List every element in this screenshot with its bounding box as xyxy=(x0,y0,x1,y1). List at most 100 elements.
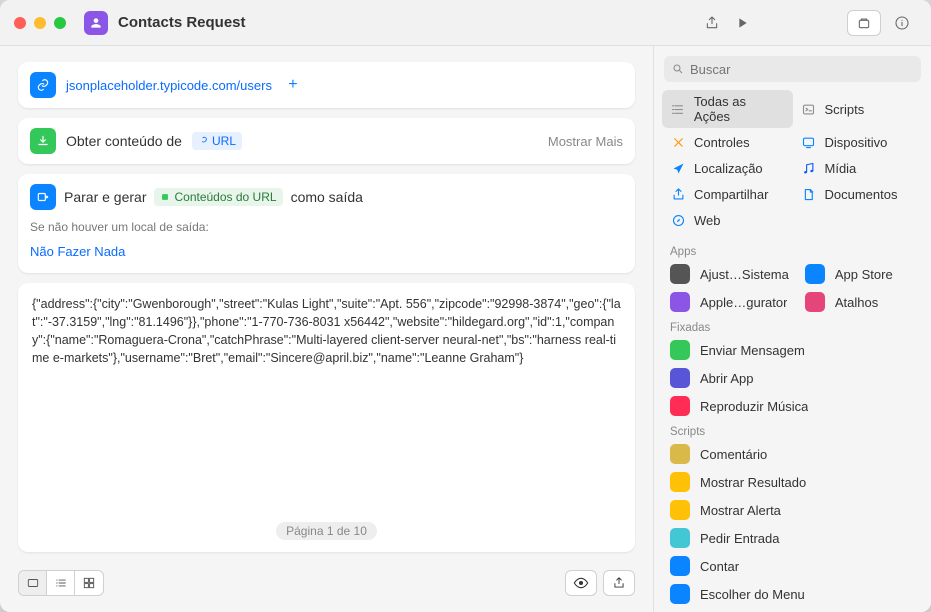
item-label: Comentário xyxy=(700,447,767,462)
item-label: App Store xyxy=(835,267,893,282)
app-icon xyxy=(670,444,690,464)
apps-list: Ajust…Sistema App Store Apple…gurator Atalh… xyxy=(654,260,931,316)
window-controls xyxy=(14,17,66,29)
terminal-icon xyxy=(801,101,817,117)
library-button[interactable] xyxy=(847,10,881,36)
editor-toolbar xyxy=(18,562,635,596)
category-grid: Todas as Ações Scripts Controles Dispositiv… xyxy=(654,90,931,240)
music-icon xyxy=(801,160,817,176)
category-controles[interactable]: Controles xyxy=(662,130,793,154)
category-localização[interactable]: Localização xyxy=(662,156,793,180)
app-icon xyxy=(670,528,690,548)
app-item[interactable]: Apple…gurator xyxy=(662,288,797,316)
view-mode-segment[interactable] xyxy=(18,570,104,596)
search-field[interactable] xyxy=(664,56,921,82)
output-json-text: {"address":{"city":"Gwenborough","street… xyxy=(32,295,621,518)
actions-library: Todas as Ações Scripts Controles Dispositiv… xyxy=(653,46,931,612)
url-variable-token[interactable]: URL xyxy=(192,132,242,150)
url-action[interactable]: jsonplaceholder.typicode.com/users + xyxy=(18,62,635,108)
stop-output-action[interactable]: Parar e gerar Conteúdos do URL como saíd… xyxy=(18,174,635,273)
search-input[interactable] xyxy=(690,62,913,77)
item-label: Ajust…Sistema xyxy=(700,267,789,282)
location-icon xyxy=(670,160,686,176)
add-url-button[interactable]: + xyxy=(282,74,304,96)
show-more-button[interactable]: Mostrar Mais xyxy=(548,134,623,149)
item-label: Pedir Entrada xyxy=(700,531,780,546)
category-scripts[interactable]: Scripts xyxy=(793,90,924,128)
quicklook-button[interactable] xyxy=(565,570,597,596)
category-label: Todas as Ações xyxy=(694,94,785,124)
category-label: Dispositivo xyxy=(825,135,888,150)
app-icon xyxy=(670,396,690,416)
scripts-list: Comentário Mostrar Resultado Mostrar Alert… xyxy=(654,440,931,608)
item-label: Escolher do Menu xyxy=(700,587,805,602)
category-label: Scripts xyxy=(825,102,865,117)
fallback-value[interactable]: Não Fazer Nada xyxy=(30,240,623,263)
pinned-item[interactable]: Enviar Mensagem xyxy=(654,336,931,364)
share-icon xyxy=(670,186,686,202)
category-compartilhar[interactable]: Compartilhar xyxy=(662,182,793,206)
app-icon xyxy=(670,584,690,604)
url-value[interactable]: jsonplaceholder.typicode.com/users xyxy=(66,78,272,93)
window-title: Contacts Request xyxy=(118,14,246,31)
contents-variable-token[interactable]: Conteúdos do URL xyxy=(154,188,282,206)
category-todas-as-ações[interactable]: Todas as Ações xyxy=(662,90,793,128)
x-icon xyxy=(670,134,686,150)
app-icon xyxy=(805,264,825,284)
app-icon xyxy=(670,368,690,388)
category-label: Localização xyxy=(694,161,763,176)
info-button[interactable] xyxy=(887,10,917,36)
fallback-label: Se não houver um local de saída: xyxy=(30,220,623,234)
minimize-window-icon[interactable] xyxy=(34,17,46,29)
pinned-item[interactable]: Abrir App xyxy=(654,364,931,392)
app-icon xyxy=(670,556,690,576)
get-contents-action[interactable]: Obter conteúdo de URL Mostrar Mais xyxy=(18,118,635,164)
apps-section-label: Apps xyxy=(654,240,931,260)
shortcut-app-icon xyxy=(84,11,108,35)
category-web[interactable]: Web xyxy=(662,208,793,232)
list-icon xyxy=(670,101,686,117)
item-label: Abrir App xyxy=(700,371,753,386)
device-icon xyxy=(801,134,817,150)
pager-label: Página 1 de 10 xyxy=(276,522,377,540)
item-label: Enviar Mensagem xyxy=(700,343,805,358)
link-icon xyxy=(30,72,56,98)
app-item[interactable]: Atalhos xyxy=(797,288,923,316)
close-window-icon[interactable] xyxy=(14,17,26,29)
app-icon xyxy=(670,264,690,284)
category-mídia[interactable]: Mídia xyxy=(793,156,924,180)
category-documentos[interactable]: Documentos xyxy=(793,182,924,206)
app-icon xyxy=(670,292,690,312)
category-dispositivo[interactable]: Dispositivo xyxy=(793,130,924,154)
app-item[interactable]: App Store xyxy=(797,260,923,288)
output-preview: {"address":{"city":"Gwenborough","street… xyxy=(18,283,635,552)
view-grid-icon[interactable] xyxy=(75,571,103,595)
shortcuts-window: Contacts Request jsonplaceholder.typicod… xyxy=(0,0,931,612)
pinned-list: Enviar Mensagem Abrir App Reproduzir Músic… xyxy=(654,336,931,420)
category-label: Mídia xyxy=(825,161,857,176)
fullscreen-window-icon[interactable] xyxy=(54,17,66,29)
pinned-item[interactable]: Reproduzir Música xyxy=(654,392,931,420)
category-label: Compartilhar xyxy=(694,187,768,202)
doc-icon xyxy=(801,186,817,202)
script-item[interactable]: Mostrar Alerta xyxy=(654,496,931,524)
download-icon xyxy=(30,128,56,154)
app-item[interactable]: Ajust…Sistema xyxy=(662,260,797,288)
item-label: Mostrar Resultado xyxy=(700,475,806,490)
item-label: Atalhos xyxy=(835,295,878,310)
script-item[interactable]: Pedir Entrada xyxy=(654,524,931,552)
script-item[interactable]: Comentário xyxy=(654,440,931,468)
share-button[interactable] xyxy=(697,10,727,36)
run-button[interactable] xyxy=(727,10,757,36)
view-list-icon[interactable] xyxy=(47,571,75,595)
script-item[interactable]: Contar xyxy=(654,552,931,580)
app-icon xyxy=(670,472,690,492)
share-output-button[interactable] xyxy=(603,570,635,596)
script-item[interactable]: Mostrar Resultado xyxy=(654,468,931,496)
category-label: Documentos xyxy=(825,187,898,202)
view-card-icon[interactable] xyxy=(19,571,47,595)
item-label: Contar xyxy=(700,559,739,574)
pinned-section-label: Fixadas xyxy=(654,316,931,336)
script-item[interactable]: Escolher do Menu xyxy=(654,580,931,608)
app-icon xyxy=(670,340,690,360)
